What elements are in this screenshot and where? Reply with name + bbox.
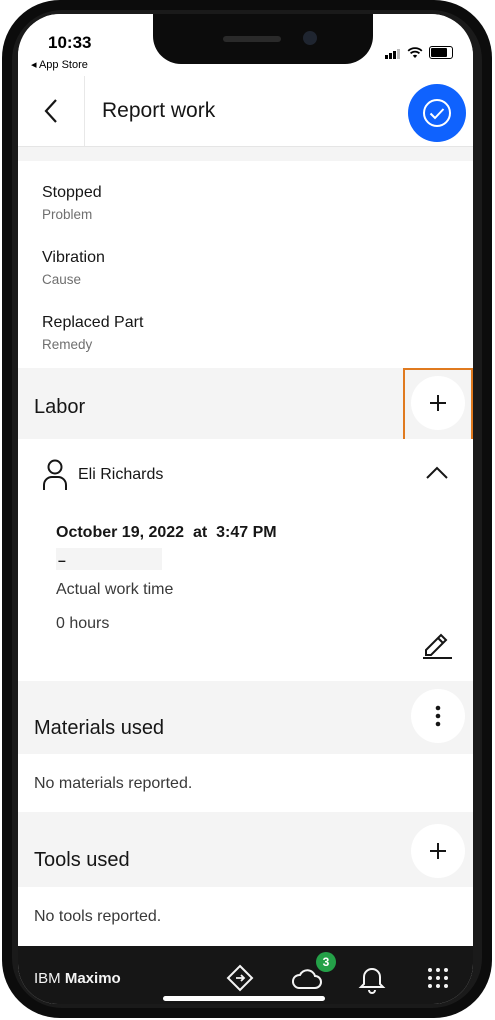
materials-overflow-menu-button[interactable] [411,689,465,743]
cause-label: Cause [42,272,82,287]
materials-empty-row: No materials reported. [18,754,473,812]
overflow-menu-vertical-icon [435,705,441,727]
earpiece-speaker [223,36,281,42]
labor-start-datetime: October 19, 2022 at 3:47 PM [56,524,277,542]
labor-end-datetime: – [56,548,162,570]
labor-entry-details: October 19, 2022 at 3:47 PM – Actual wor… [18,511,473,681]
actual-work-time-label: Actual work time [56,581,174,598]
back-arrow-icon[interactable] [40,94,64,128]
materials-section-title: Materials used [34,717,165,739]
problem-value: Stopped [42,184,102,201]
home-indicator[interactable] [163,996,325,1001]
materials-section-header: Materials used [18,681,473,754]
labor-date: October 19, 2022 [56,524,185,541]
labor-at: at [192,524,208,541]
status-icons [385,41,453,59]
sync-count-badge: 3 [316,952,336,972]
cause-field: Vibration Cause [42,249,105,287]
tools-section-header: Tools used [18,812,473,887]
cellular-signal-icon [385,41,401,59]
navigation-icon[interactable] [224,962,256,994]
actual-work-time-value: 0 hours [56,615,110,632]
labor-entry-header[interactable]: Eli Richards [18,439,473,512]
tools-empty-row: No tools reported. [18,887,473,946]
remedy-label: Remedy [42,337,93,352]
battery-icon [429,46,453,59]
add-labor-highlight [403,368,473,444]
remedy-field: Replaced Part Remedy [42,314,143,352]
brand-prefix: IBM [34,970,61,987]
app-grid-icon[interactable] [422,962,454,994]
problem-field: Stopped Problem [42,184,102,222]
ibm-maximo-brand: IBM Maximo [34,970,121,987]
tools-section-title: Tools used [34,849,130,871]
page-header: Report work [18,76,473,147]
page-title: Report work [102,99,216,122]
cause-value: Vibration [42,249,105,266]
wifi-icon [407,47,423,58]
header-spacer [18,147,473,161]
user-icon [43,459,67,490]
labor-time: 3:47 PM [216,524,277,541]
remedy-value: Replaced Part [42,314,144,331]
status-bar: 10:33 ◂ App Store [18,14,473,76]
front-camera [303,31,317,45]
plus-icon [430,843,446,859]
labor-person-name: Eli Richards [78,466,164,483]
app-screen: 10:33 ◂ App Store Report work Stopped Pr… [18,14,473,1004]
edit-pencil-icon[interactable] [420,626,454,660]
brand-name: Maximo [64,970,121,987]
materials-empty-text: No materials reported. [34,775,193,792]
labor-end-dash: – [58,552,66,568]
add-tool-button[interactable] [411,824,465,878]
header-divider [84,76,85,146]
problem-label: Problem [42,207,93,222]
tools-empty-text: No tools reported. [34,908,162,925]
notification-bell-icon[interactable] [356,962,388,994]
complete-report-button[interactable] [408,84,466,142]
back-to-app-store-link[interactable]: ◂ App Store [31,58,88,71]
chevron-up-icon[interactable] [425,465,449,481]
labor-section-title: Labor [34,396,86,418]
status-time: 10:33 [48,33,92,52]
phone-notch [153,14,373,64]
checkmark-circle-icon [423,99,451,127]
